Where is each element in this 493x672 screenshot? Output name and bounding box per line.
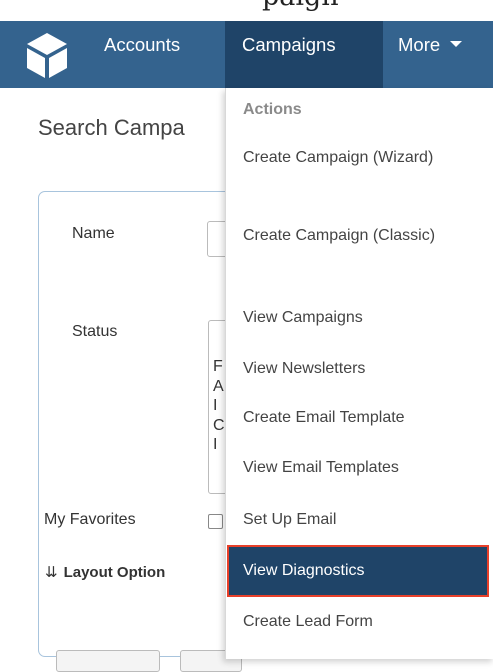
menu-item-create-campaign-classic[interactable]: Create Campaign (Classic): [243, 223, 478, 249]
top-navbar: Accounts Campaigns More: [0, 21, 493, 88]
status-label: Status: [72, 323, 118, 340]
status-options: F A I C I: [213, 357, 225, 455]
menu-item-view-newsletters[interactable]: View Newsletters: [243, 356, 478, 382]
layout-options-label: Layout Option: [63, 564, 166, 581]
nav-more[interactable]: More: [398, 21, 463, 88]
status-option[interactable]: C: [213, 416, 225, 436]
cube-logo-icon[interactable]: [22, 30, 72, 80]
menu-item-create-email-template[interactable]: Create Email Template: [243, 405, 478, 431]
menu-item-view-campaigns[interactable]: View Campaigns: [243, 305, 478, 331]
menu-item-set-up-email[interactable]: Set Up Email: [243, 507, 478, 533]
status-option[interactable]: I: [213, 435, 225, 455]
menu-item-create-lead-form[interactable]: Create Lead Form: [243, 609, 478, 635]
status-option[interactable]: A: [213, 377, 225, 397]
layout-options-toggle[interactable]: ⇊ Layout Option: [45, 563, 165, 581]
menu-item-create-campaign-wizard[interactable]: Create Campaign (Wizard): [243, 145, 478, 171]
nav-more-label: More: [398, 34, 441, 55]
top-cropped-fragment: paign: [262, 0, 339, 12]
search-button[interactable]: [56, 650, 160, 672]
status-option[interactable]: F: [213, 357, 225, 377]
top-cropped-text: paign: [0, 0, 493, 21]
name-label: Name: [72, 225, 115, 242]
favorites-checkbox[interactable]: [208, 514, 223, 529]
nav-campaigns[interactable]: Campaigns: [225, 21, 383, 88]
double-chevron-down-icon: ⇊: [45, 564, 58, 581]
status-option[interactable]: I: [213, 396, 225, 416]
nav-accounts[interactable]: Accounts: [104, 21, 180, 88]
caret-down-icon: [450, 41, 463, 48]
page-title: Search Campa: [38, 115, 185, 140]
dropdown-header-actions: Actions: [243, 101, 302, 118]
menu-item-view-email-templates[interactable]: View Email Templates: [243, 455, 478, 481]
menu-item-view-diagnostics[interactable]: View Diagnostics: [243, 558, 478, 584]
favorites-label: My Favorites: [44, 511, 136, 528]
